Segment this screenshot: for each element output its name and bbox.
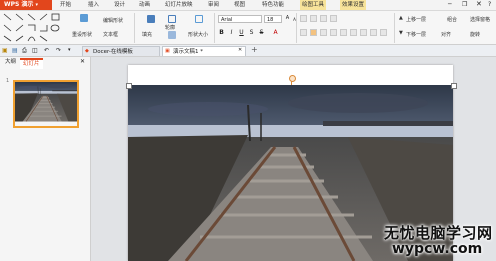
tab-docer[interactable]: Docer-在线模板	[82, 46, 160, 56]
menu-view[interactable]: 视图	[232, 0, 247, 10]
outline-icon	[168, 15, 176, 23]
size-icon	[195, 15, 203, 23]
watermark-url: wypcw.com	[392, 241, 483, 257]
align-left-icon[interactable]	[300, 29, 307, 36]
shape-size-button[interactable]: 形状大小	[188, 31, 208, 38]
chevron-down-icon: ▾	[35, 2, 39, 8]
align-center-icon[interactable]	[310, 29, 317, 36]
fill-icon	[147, 15, 155, 23]
tab-outline[interactable]: 大纲	[2, 58, 19, 67]
chevron-down-icon[interactable]: ▾	[68, 47, 71, 53]
italic-icon[interactable]: I	[228, 29, 235, 36]
underline-icon[interactable]: U	[238, 29, 245, 36]
menu-insert[interactable]: 插入	[86, 0, 101, 10]
grow-font-icon[interactable]: A	[284, 15, 291, 22]
minimize-icon[interactable]: ─	[448, 1, 452, 8]
outline-button[interactable]: 轮廓	[165, 24, 175, 31]
font-name-value: Arial	[221, 17, 233, 23]
ribbon-separator	[214, 13, 215, 43]
watermark-title: 无忧电脑学习网	[384, 224, 493, 242]
reset-shape-button[interactable]: 重设形状	[72, 31, 92, 38]
up-layer-button[interactable]: 上移一层	[406, 16, 426, 23]
slide-number: 1	[6, 78, 10, 84]
restore-icon[interactable]: ❐	[462, 1, 467, 8]
ribbon-separator	[134, 13, 135, 43]
menu-bar	[0, 0, 496, 11]
menu-animation[interactable]: 动画	[137, 0, 152, 10]
text-box-button[interactable]: 文本框	[103, 31, 118, 38]
font-name-select[interactable]: Arial	[218, 15, 262, 23]
preview-icon[interactable]: ◫	[32, 47, 38, 54]
indent-icon[interactable]	[320, 15, 327, 22]
presentation-icon: ▣	[165, 48, 170, 54]
font-color-icon[interactable]: A	[272, 29, 279, 36]
close-tab-icon[interactable]: ✕	[238, 47, 242, 53]
shape-gallery[interactable]	[3, 13, 65, 42]
ribbon-separator	[394, 13, 395, 43]
menu-special[interactable]: 特色功能	[260, 0, 286, 10]
reset-shape-icon	[80, 14, 88, 22]
menu-drawing-tools[interactable]: 绘图工具	[300, 0, 327, 10]
text-direction-icon[interactable]	[350, 29, 357, 36]
tab-slides[interactable]: 幻灯片	[20, 58, 43, 69]
numbering-icon[interactable]	[310, 15, 317, 22]
undo-icon[interactable]: ↶	[44, 47, 49, 54]
add-tab-icon[interactable]: +	[251, 45, 258, 54]
menu-design[interactable]: 设计	[112, 0, 127, 10]
align-button[interactable]: 对齐	[441, 31, 451, 38]
tab-docer-label: Docer-在线模板	[93, 49, 133, 55]
strikethrough-icon[interactable]: S	[258, 29, 265, 36]
close-icon[interactable]: ✕	[476, 0, 482, 8]
app-brand-label: WPS 演示	[4, 1, 34, 8]
rotate-handle-line	[291, 81, 292, 85]
menu-home[interactable]: 开始	[58, 0, 73, 10]
justify-icon[interactable]	[330, 29, 337, 36]
redo-icon[interactable]: ↷	[56, 47, 61, 54]
distribute-icon[interactable]	[340, 29, 347, 36]
menu-slideshow[interactable]: 幻灯片放映	[163, 0, 195, 10]
resize-handle-nw[interactable]	[126, 83, 132, 89]
slide-thumbnail[interactable]	[13, 80, 79, 128]
columns-icon[interactable]	[370, 29, 377, 36]
bullets-icon[interactable]	[300, 15, 307, 22]
tab-bar	[0, 45, 496, 57]
menu-effect-settings[interactable]: 效果设置	[340, 0, 367, 10]
app-menu-button[interactable]: WPS 演示 ▾	[0, 0, 52, 10]
resize-handle-ne[interactable]	[451, 83, 457, 89]
group-button[interactable]: 组合	[447, 16, 457, 23]
up-layer-icon: ▲	[399, 15, 403, 21]
rotate-button[interactable]: 旋转	[470, 31, 480, 38]
font-size-value: 18	[267, 17, 274, 23]
docer-icon: ◆	[85, 48, 89, 54]
save-icon[interactable]: ▤	[12, 47, 18, 54]
folder-icon[interactable]: ▣	[2, 47, 8, 54]
bold-icon[interactable]: B	[218, 29, 225, 36]
thumbnail-image	[15, 82, 77, 122]
tab-presentation1[interactable]: 演示文稿1 *	[162, 46, 246, 56]
font-size-select[interactable]: 18	[264, 15, 282, 23]
vertical-align-icon[interactable]	[380, 29, 387, 36]
line-spacing-icon[interactable]	[360, 29, 367, 36]
shape-effect-icon[interactable]	[168, 31, 176, 39]
outdent-icon[interactable]	[330, 15, 337, 22]
fill-button[interactable]: 填充	[142, 31, 152, 38]
down-layer-button[interactable]: 下移一层	[406, 31, 426, 38]
menu-review[interactable]: 审阅	[206, 0, 221, 10]
help-icon[interactable]: ?	[488, 1, 491, 8]
close-panel-icon[interactable]: ✕	[80, 58, 85, 65]
edit-shape-button[interactable]: 编辑形状	[103, 17, 123, 24]
ribbon-separator	[296, 13, 297, 43]
select-pane-button[interactable]: 选择窗格	[470, 16, 490, 23]
print-icon[interactable]: ⎙	[22, 47, 27, 55]
down-layer-icon: ▼	[399, 30, 403, 36]
shadow-icon[interactable]: S	[248, 29, 255, 36]
align-right-icon[interactable]	[320, 29, 327, 36]
tab-presentation1-label: 演示文稿1 *	[173, 49, 203, 55]
